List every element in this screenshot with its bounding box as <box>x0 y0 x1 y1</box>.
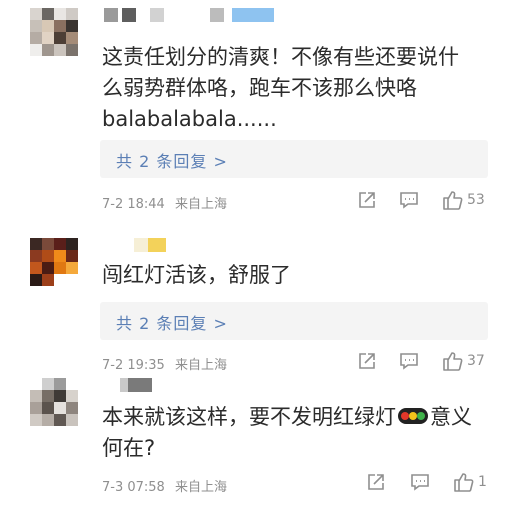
comment-button[interactable] <box>410 472 430 492</box>
share-icon <box>359 353 375 369</box>
timestamp: 7-2 18:44 <box>102 197 165 212</box>
like-count: 53 <box>467 192 485 208</box>
view-replies-button[interactable]: 共 2 条回复 > <box>100 302 488 340</box>
comment-button[interactable] <box>399 351 419 371</box>
like-button[interactable]: 37 <box>441 350 485 372</box>
location: 来自上海 <box>174 358 227 373</box>
like-button[interactable]: 53 <box>441 189 485 211</box>
like-count: 37 <box>467 353 485 369</box>
location: 来自上海 <box>174 197 227 212</box>
timestamp: 7-3 07:58 <box>102 480 165 495</box>
username[interactable] <box>134 238 166 252</box>
thumbs-up-icon <box>443 191 463 210</box>
share-button[interactable] <box>366 472 386 492</box>
comment-text-part: 本来就该这样，要不发明红绿灯 <box>102 405 396 429</box>
comment-meta: 7-2 19:35 来自上海 <box>102 354 233 373</box>
like-count: 1 <box>478 474 487 490</box>
comment-icon <box>411 474 429 491</box>
comment-text: 闯红灯活该，舒服了 <box>102 263 291 287</box>
share-button[interactable] <box>357 351 377 371</box>
replies-label: 共 2 条回复 > <box>116 314 228 333</box>
view-replies-button[interactable]: 共 2 条回复 > <box>100 140 488 178</box>
share-icon <box>368 474 384 490</box>
username[interactable] <box>120 378 152 392</box>
like-button[interactable]: 1 <box>452 471 487 493</box>
comment-text: 这责任划分的清爽！不像有些还要说什 么弱势群体咯，跑车不该那么快咯 balaba… <box>102 45 459 131</box>
comment-icon <box>400 192 418 209</box>
thumbs-up-icon <box>454 473 474 492</box>
comment-icon <box>400 353 418 370</box>
comment-button[interactable] <box>399 190 419 210</box>
traffic-light-emoji <box>398 408 428 424</box>
share-icon <box>359 192 375 208</box>
comment-meta: 7-2 18:44 来自上海 <box>102 193 233 212</box>
avatar[interactable] <box>30 238 78 286</box>
timestamp: 7-2 19:35 <box>102 358 165 373</box>
avatar[interactable] <box>30 378 78 426</box>
avatar[interactable] <box>30 8 78 56</box>
replies-label: 共 2 条回复 > <box>116 152 228 171</box>
username[interactable] <box>104 8 274 22</box>
location: 来自上海 <box>174 480 227 495</box>
comment-meta: 7-3 07:58 来自上海 <box>102 476 233 495</box>
comment-text-part: 意义 <box>430 405 472 429</box>
thumbs-up-icon <box>443 352 463 371</box>
share-button[interactable] <box>357 190 377 210</box>
comment-text: 本来就该这样，要不发明红绿灯 意义 何在? <box>102 405 472 460</box>
